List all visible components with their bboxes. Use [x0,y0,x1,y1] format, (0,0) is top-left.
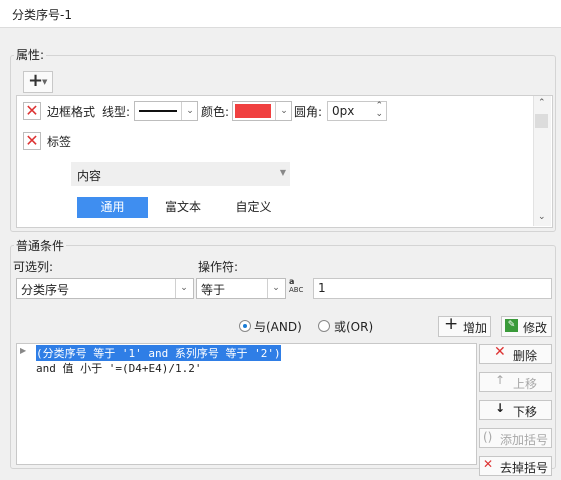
remove-border-icon[interactable]: ✕ [23,102,41,120]
radius-value: 0px [332,104,355,118]
delete-label: 删除 [513,349,538,363]
expand-icon[interactable]: ▶ [20,346,26,355]
add-condition-button[interactable]: + 增加 [438,314,491,337]
color-swatch [235,104,271,118]
radio-or-label[interactable]: 或(OR) [334,318,373,335]
tab-custom[interactable]: 自定义 [218,197,289,218]
line-type-dropdown[interactable]: ⌄ [134,101,198,121]
line-type-label: 线型: [102,105,131,119]
content-dropdown[interactable]: 内容 ▼ [71,162,290,186]
title-bar [0,0,561,28]
add-bracket-label: 添加括号 [500,433,549,447]
remove-bracket-label: 去掉括号 [500,461,549,475]
chevron-down-icon: ▼ [279,168,286,177]
bracket-icon: () [483,430,493,444]
chevron-down-icon: ⌄ [267,279,284,298]
edit-icon: ✎ [505,319,518,332]
scrollbar-thumb[interactable] [535,114,548,128]
properties-label: 属性: [14,46,47,63]
plus-icon: + [28,70,44,91]
list-item[interactable]: (分类序号 等于 '1' and 系列序号 等于 '2') [36,345,281,361]
remove-bracket-button[interactable]: ✕ 去掉括号 [479,456,552,476]
abc-type-icon[interactable]: a ABC [289,278,309,298]
chevron-down-icon: ⌄ [175,279,192,298]
add-property-button[interactable]: + ▼ [23,70,53,93]
conditions-label: 普通条件 [14,237,67,254]
radius-input[interactable]: 0px ⌃ ⌄ [327,101,387,121]
chevron-down-icon: ⌄ [181,102,198,120]
window-title: 分类序号-1 [12,8,72,22]
column-dropdown[interactable]: 分类序号 ⌄ [16,278,194,299]
scroll-down-icon[interactable]: ⌄ [538,212,546,222]
chevron-down-icon: ⌄ [275,102,292,120]
modify-condition-button[interactable]: ✎ 修改 [501,316,552,337]
chevron-down-icon: ▼ [42,78,48,86]
operator-value: 等于 [201,283,226,297]
operator-label: 操作符: [198,260,239,274]
radius-label: 圆角: [294,105,323,119]
add-bracket-button[interactable]: () 添加括号 [479,428,552,448]
delete-button[interactable]: ✕ 删除 [479,344,552,364]
value-input[interactable]: 1 [313,278,552,299]
color-dropdown[interactable]: ⌄ [232,101,292,121]
up-label: 上移 [513,377,538,391]
value-text: 1 [318,281,326,295]
arrow-down-icon: ↓ [495,401,506,415]
remove-bracket-icon: ✕ [483,457,494,471]
plus-icon: + [444,314,459,334]
remove-tag-icon[interactable]: ✕ [23,132,41,150]
tab-general[interactable]: 通用 [77,197,148,218]
border-format-label: 边框格式 [47,105,96,119]
color-label: 颜色: [201,105,230,119]
tab-rich-text[interactable]: 富文本 [148,197,218,218]
column-label: 可选列: [13,260,54,274]
move-down-button[interactable]: ↓ 下移 [479,400,552,420]
delete-icon: ✕ [494,344,506,360]
move-up-button[interactable]: ↑ 上移 [479,372,552,392]
list-item[interactable]: and 值 小于 '=(D4+E4)/1.2' [36,360,201,376]
tag-label: 标签 [47,135,72,149]
arrow-up-icon: ↑ [495,373,506,387]
content-label: 内容 [77,169,102,183]
line-sample [139,110,177,112]
modify-label: 修改 [523,321,548,335]
down-label: 下移 [513,405,538,419]
radio-and[interactable] [239,320,251,332]
scroll-up-icon[interactable]: ⌃ [538,98,546,108]
radio-and-label[interactable]: 与(AND) [254,318,302,335]
operator-dropdown[interactable]: 等于 ⌄ [196,278,286,299]
column-value: 分类序号 [21,283,70,297]
radio-or[interactable] [318,320,330,332]
spin-down-icon[interactable]: ⌄ [375,109,383,119]
add-label: 增加 [463,321,488,335]
